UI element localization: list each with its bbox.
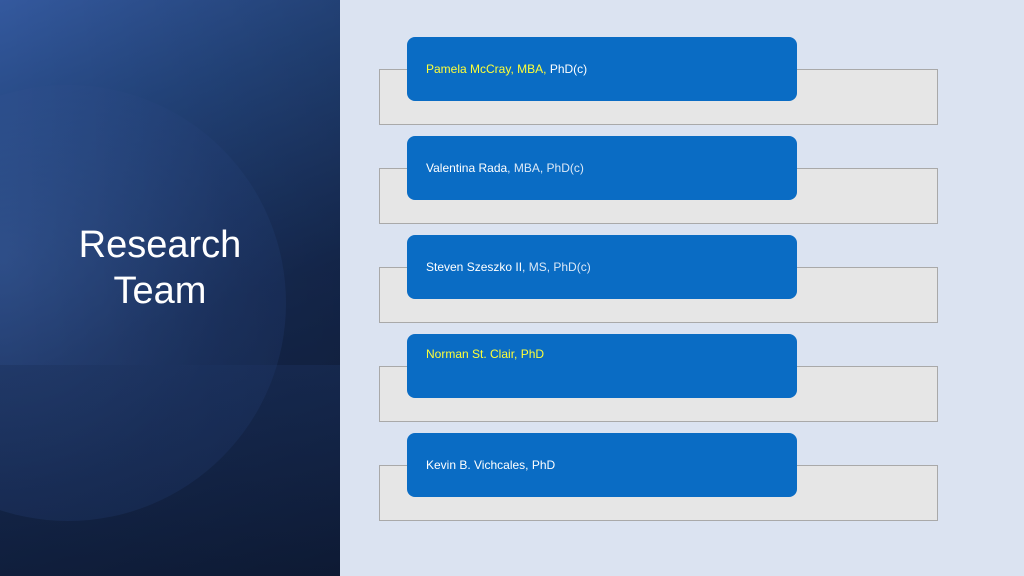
slide-title: Research Team bbox=[40, 222, 280, 314]
member-credentials: , MS, PhD(c) bbox=[522, 260, 591, 274]
team-member-card: Valentina Rada, MBA, PhD(c) bbox=[340, 136, 1024, 236]
member-name: Valentina Rada bbox=[426, 161, 508, 175]
member-name: Steven Szeszko II bbox=[426, 260, 523, 274]
team-member-card: Pamela McCray, MBA, PhD(c) bbox=[340, 37, 1024, 137]
team-member-card: Kevin B. Vichcales, PhD bbox=[340, 433, 1024, 533]
slide-title-line-1: Research bbox=[78, 224, 242, 266]
member-credentials: PhD(c) bbox=[549, 62, 588, 76]
team-member-card: Steven Szeszko II, MS, PhD(c) bbox=[340, 235, 1024, 335]
member-name: Norman St. Clair, PhD bbox=[426, 347, 545, 361]
team-member-card: Norman St. Clair, PhD bbox=[340, 334, 1024, 434]
team-list: Pamela McCray, MBA, PhD(c) Valentina Rad… bbox=[340, 0, 1024, 576]
member-name-card[interactable]: Kevin B. Vichcales, PhD bbox=[407, 433, 797, 497]
member-name: Kevin B. Vichcales, PhD bbox=[426, 458, 556, 472]
title-panel: Research Team bbox=[0, 0, 340, 576]
decorative-band-bottom bbox=[0, 365, 340, 576]
member-credentials: , MBA, PhD(c) bbox=[507, 161, 584, 175]
member-name: Pamela McCray, MBA, bbox=[426, 62, 550, 76]
member-name-card[interactable]: Pamela McCray, MBA, PhD(c) bbox=[407, 37, 797, 101]
member-name-card[interactable]: Norman St. Clair, PhD bbox=[407, 334, 797, 398]
member-name-card[interactable]: Steven Szeszko II, MS, PhD(c) bbox=[407, 235, 797, 299]
slide-title-line-2: Team bbox=[113, 270, 207, 312]
member-name-card[interactable]: Valentina Rada, MBA, PhD(c) bbox=[407, 136, 797, 200]
